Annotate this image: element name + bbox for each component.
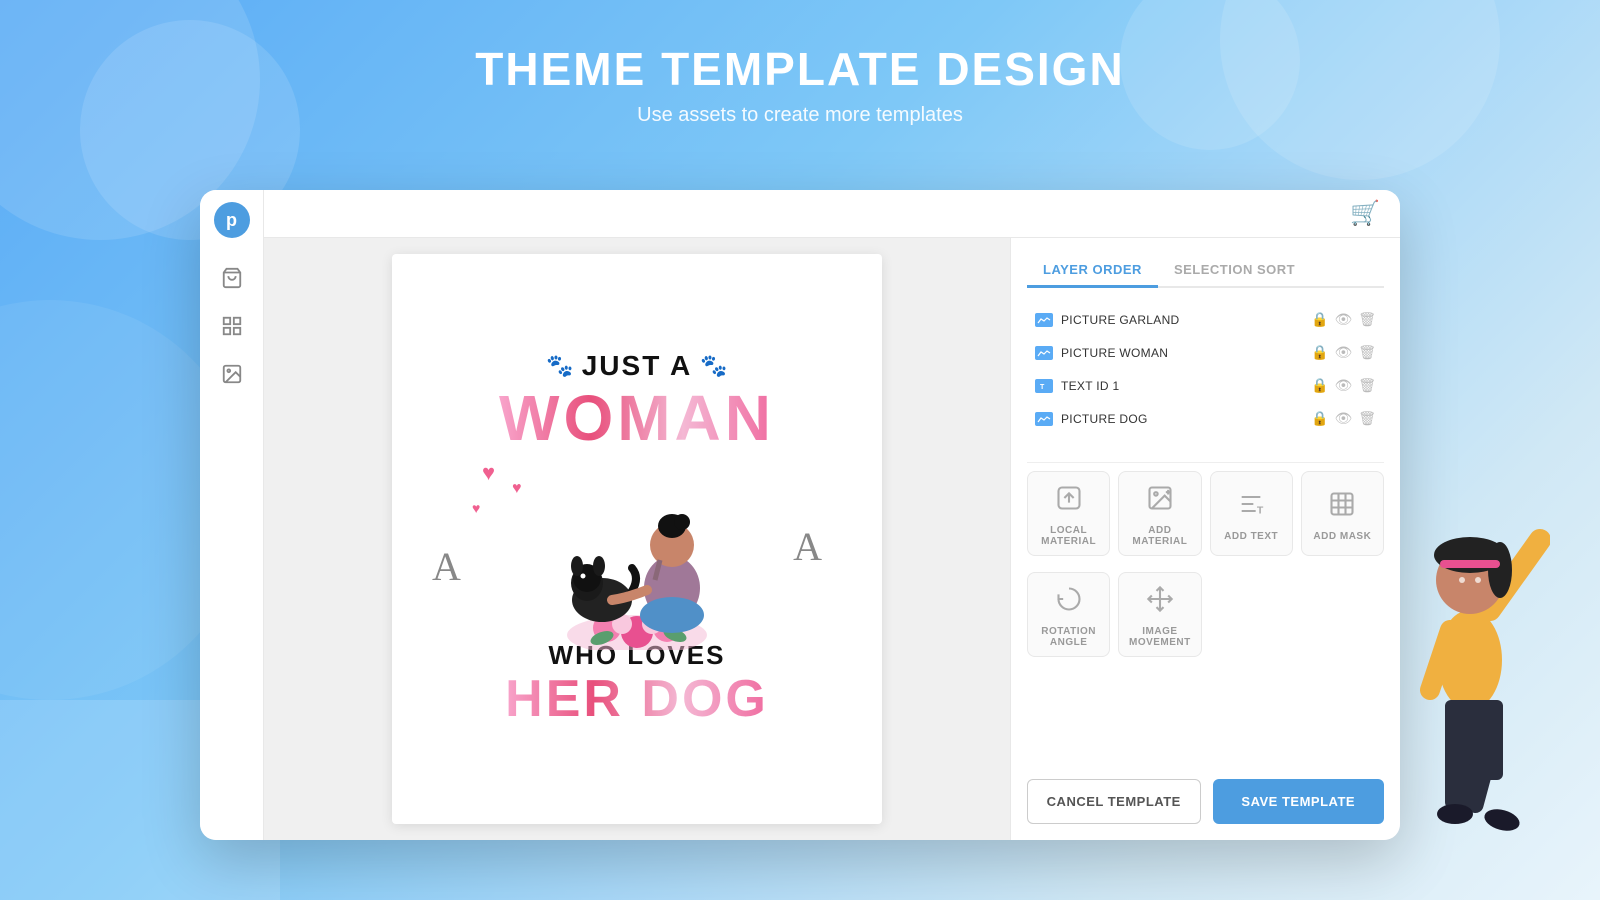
image-movement-label: IMAGE MOVEMENT: [1123, 626, 1196, 648]
image-movement-icon: [1146, 585, 1174, 620]
rotation-angle-button[interactable]: ROTATION ANGLE: [1027, 572, 1110, 657]
tools-row-2: ROTATION ANGLE IMAGE MOVEMENT: [1027, 572, 1384, 657]
heart-decoration-2: ♥: [512, 480, 522, 498]
divider-1: [1027, 462, 1384, 463]
layer-icon-dog: [1035, 412, 1053, 426]
action-buttons: CANCEL TEMPLATE SAVE TEMPLATE: [1027, 779, 1384, 824]
layer-icon-text: T: [1035, 379, 1053, 393]
layer-item-text[interactable]: T TEXT ID 1 🔒 👁 🗑: [1027, 370, 1384, 401]
canvas-illustration-svg: [527, 450, 747, 650]
add-material-label: ADD MATERIAL: [1123, 525, 1196, 547]
cart-icon[interactable]: 🛒: [1350, 199, 1380, 228]
add-text-button[interactable]: T ADD TEXT: [1210, 471, 1293, 556]
logo-letter: p: [226, 210, 237, 231]
sidebar: p: [200, 190, 264, 840]
sidebar-item-grid[interactable]: [212, 306, 252, 346]
svg-text:T: T: [1040, 384, 1045, 391]
canvas-area: 🐾 JUST A 🐾 WOMAN ♥ ♥ ♥ A A: [264, 238, 1010, 840]
canvas-text-woman: WOMAN: [499, 386, 775, 450]
layer-delete-dog[interactable]: 🗑: [1358, 410, 1376, 427]
page-subtitle: Use assets to create more templates: [0, 104, 1600, 127]
heart-decoration-1: ♥: [482, 460, 495, 486]
image-movement-button[interactable]: IMAGE MOVEMENT: [1118, 572, 1201, 657]
decorative-character: [1350, 460, 1550, 840]
layer-delete-garland[interactable]: 🗑: [1358, 311, 1376, 328]
canvas-letter-a-right: A: [793, 523, 822, 570]
canvas-text-just-a: JUST A: [582, 350, 693, 382]
layer-visible-dog[interactable]: 👁: [1334, 410, 1352, 427]
layer-actions-woman: 🔒 👁 🗑: [1311, 344, 1376, 361]
canvas-illustration: ♥ ♥ ♥ A A: [392, 450, 882, 650]
layer-icon-garland: [1035, 313, 1053, 327]
layer-lock-garland[interactable]: 🔒: [1311, 311, 1328, 328]
layer-lock-dog[interactable]: 🔒: [1311, 410, 1328, 427]
layer-actions-garland: 🔒 👁 🗑: [1311, 311, 1376, 328]
canvas-content: 🐾 JUST A 🐾 WOMAN ♥ ♥ ♥ A A: [392, 254, 882, 824]
layer-item-dog[interactable]: PICTURE DOG 🔒 👁 🗑: [1027, 403, 1384, 434]
sidebar-item-image[interactable]: [212, 354, 252, 394]
local-material-icon: [1055, 484, 1083, 519]
add-text-label: ADD TEXT: [1224, 531, 1278, 542]
right-panel: LAYER ORDER SELECTION SORT PICTURE GARLA…: [1010, 238, 1400, 840]
layer-lock-woman[interactable]: 🔒: [1311, 344, 1328, 361]
layer-list: PICTURE GARLAND 🔒 👁 🗑 PICTURE WOMAN 🔒 👁 …: [1027, 304, 1384, 434]
page-title: THEME TEMPLATE DESIGN: [0, 42, 1600, 96]
topbar: 🛒: [264, 190, 1400, 238]
layer-name-garland: PICTURE GARLAND: [1061, 313, 1303, 327]
sidebar-item-bag[interactable]: [212, 258, 252, 298]
sidebar-logo: p: [214, 202, 250, 238]
cancel-template-button[interactable]: CANCEL TEMPLATE: [1027, 779, 1201, 824]
layer-name-woman: PICTURE WOMAN: [1061, 346, 1303, 360]
layer-actions-text: 🔒 👁 🗑: [1311, 377, 1376, 394]
tools-row-1: LOCAL MATERIAL ADD MATERIAL: [1027, 471, 1384, 556]
add-material-button[interactable]: ADD MATERIAL: [1118, 471, 1201, 556]
canvas-letter-a-left: A: [432, 543, 461, 590]
layer-item-woman[interactable]: PICTURE WOMAN 🔒 👁 🗑: [1027, 337, 1384, 368]
add-material-icon: [1146, 484, 1174, 519]
layer-delete-text[interactable]: 🗑: [1358, 377, 1376, 394]
local-material-label: LOCAL MATERIAL: [1032, 525, 1105, 547]
rotation-angle-label: ROTATION ANGLE: [1032, 626, 1105, 648]
layer-visible-text[interactable]: 👁: [1334, 377, 1352, 394]
tab-selection-sort[interactable]: SELECTION SORT: [1158, 254, 1311, 288]
canvas-card: 🐾 JUST A 🐾 WOMAN ♥ ♥ ♥ A A: [392, 254, 882, 824]
layer-name-text: TEXT ID 1: [1061, 379, 1303, 393]
heart-decoration-3: ♥: [472, 500, 480, 516]
svg-text:T: T: [1257, 504, 1264, 516]
layer-name-dog: PICTURE DOG: [1061, 412, 1303, 426]
canvas-text-her-dog: HER DOG: [505, 671, 769, 728]
app-window: p 🛒: [200, 190, 1400, 840]
layer-visible-garland[interactable]: 👁: [1334, 311, 1352, 328]
local-material-button[interactable]: LOCAL MATERIAL: [1027, 471, 1110, 556]
tab-layer-order[interactable]: LAYER ORDER: [1027, 254, 1158, 288]
add-text-icon: T: [1237, 490, 1265, 525]
layer-lock-text[interactable]: 🔒: [1311, 377, 1328, 394]
layer-delete-woman[interactable]: 🗑: [1358, 344, 1376, 361]
layer-icon-woman: [1035, 346, 1053, 360]
page-header: THEME TEMPLATE DESIGN Use assets to crea…: [0, 0, 1600, 147]
layer-visible-woman[interactable]: 👁: [1334, 344, 1352, 361]
rotation-angle-icon: [1055, 585, 1083, 620]
layer-actions-dog: 🔒 👁 🗑: [1311, 410, 1376, 427]
layer-item-garland[interactable]: PICTURE GARLAND 🔒 👁 🗑: [1027, 304, 1384, 335]
tabs-container: LAYER ORDER SELECTION SORT: [1027, 254, 1384, 288]
